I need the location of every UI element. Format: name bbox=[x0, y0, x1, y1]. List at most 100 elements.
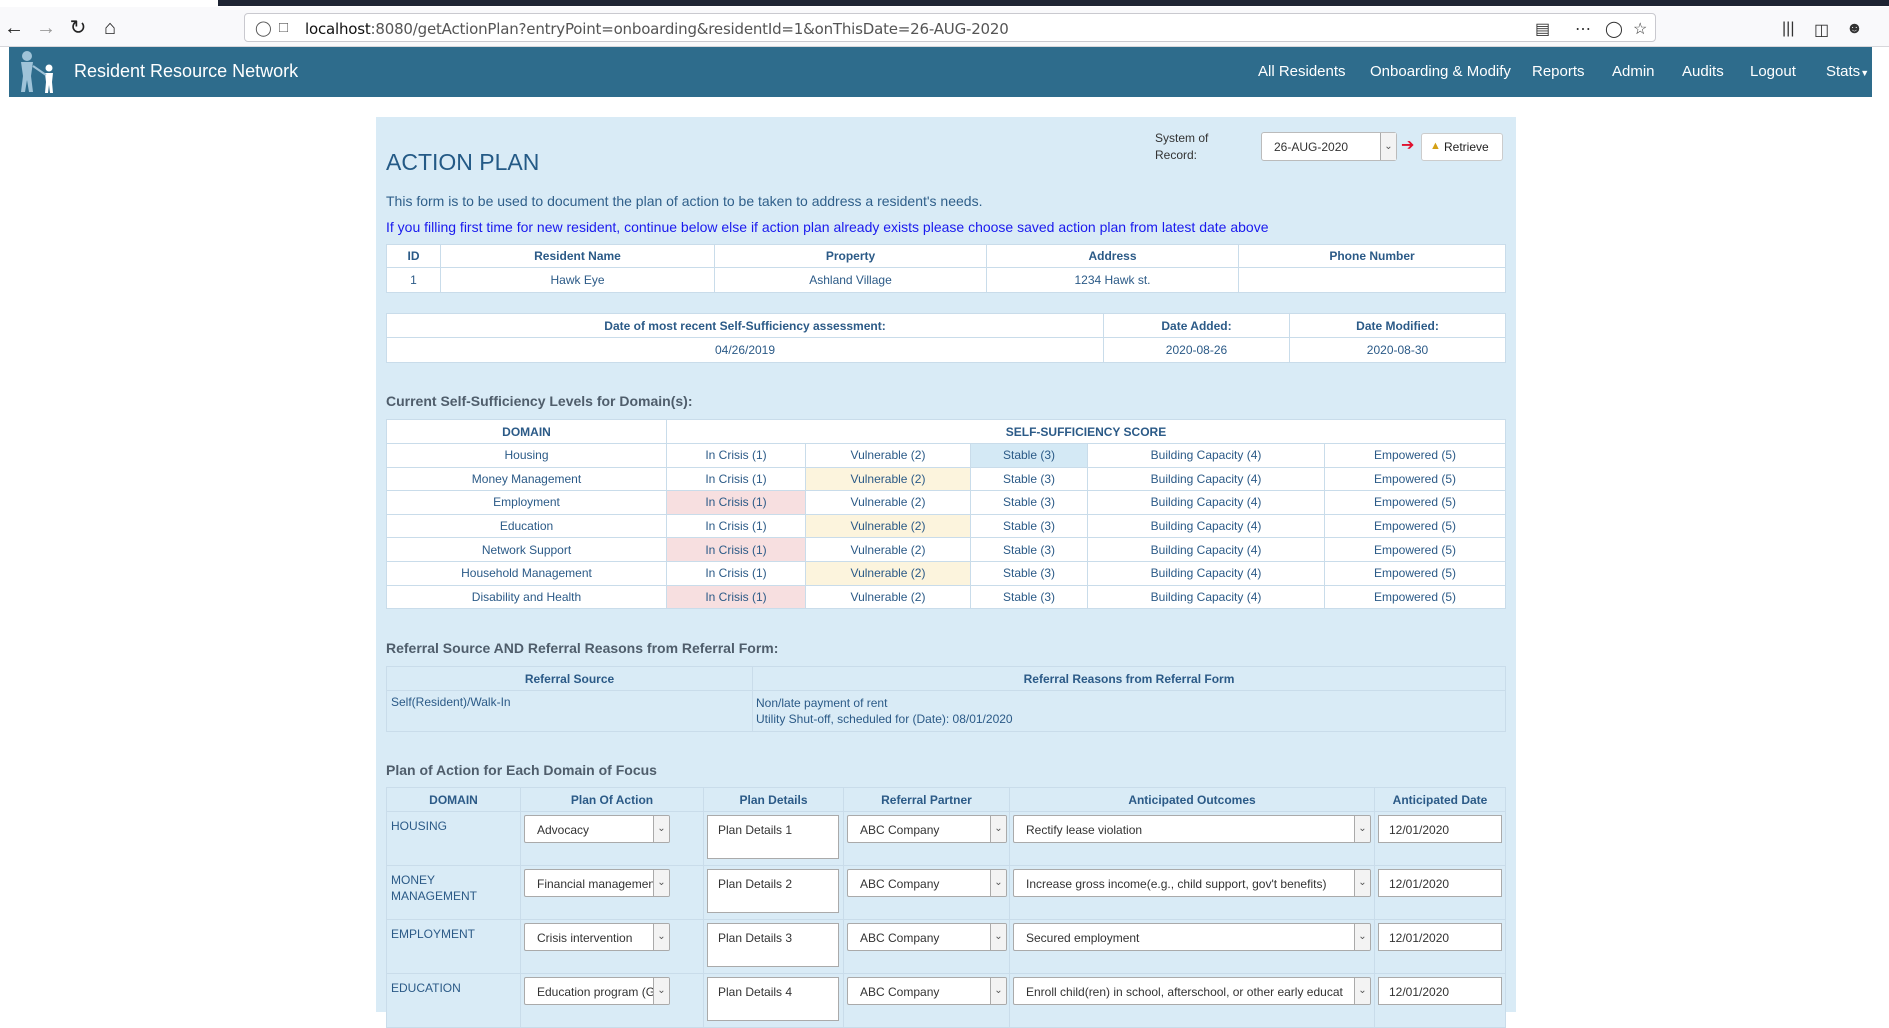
outcome-select[interactable]: Rectify lease violation ⌄ bbox=[1013, 815, 1371, 843]
anticipated-date-input[interactable]: 12/01/2020 bbox=[1378, 869, 1502, 897]
score-option[interactable]: Building Capacity (4) bbox=[1087, 513, 1325, 539]
nav-all-residents[interactable]: All Residents bbox=[1258, 63, 1346, 80]
score-option[interactable]: In Crisis (1) bbox=[666, 490, 806, 515]
referral-partner-select[interactable]: ABC Company ⌄ bbox=[847, 815, 1007, 843]
family-logo-icon bbox=[21, 51, 53, 93]
referral-partner-select[interactable]: ABC Company ⌄ bbox=[847, 923, 1007, 951]
nav-onboarding-modify[interactable]: Onboarding & Modify bbox=[1370, 63, 1511, 80]
nav-audits[interactable]: Audits bbox=[1682, 63, 1724, 80]
nav-stats[interactable]: Stats▼ bbox=[1826, 63, 1869, 80]
nav-admin[interactable]: Admin bbox=[1612, 63, 1655, 80]
score-option[interactable]: Empowered (5) bbox=[1324, 513, 1506, 539]
shield-icon[interactable]: ◯ bbox=[255, 19, 272, 37]
score-option[interactable]: Building Capacity (4) bbox=[1087, 584, 1325, 610]
score-option[interactable]: Vulnerable (2) bbox=[805, 513, 971, 539]
anticipated-date-cell: 12/01/2020 bbox=[1374, 865, 1506, 920]
more-actions-icon[interactable]: ⋯ bbox=[1575, 19, 1591, 39]
reader-view-icon[interactable]: ▤ bbox=[1535, 19, 1550, 39]
home-icon[interactable]: ⌂ bbox=[98, 16, 122, 40]
score-option[interactable]: Stable (3) bbox=[970, 584, 1088, 610]
pocket-icon[interactable]: ◯ bbox=[1605, 19, 1623, 39]
score-option[interactable]: Empowered (5) bbox=[1324, 537, 1506, 562]
plan-action-cell: Advocacy ⌄ bbox=[520, 811, 704, 866]
score-option[interactable]: Vulnerable (2) bbox=[805, 584, 971, 610]
form-instruction: If you filling first time for new reside… bbox=[386, 219, 1269, 235]
score-option[interactable]: Empowered (5) bbox=[1324, 584, 1506, 610]
referral-partner-cell: ABC Company ⌄ bbox=[843, 973, 1010, 1028]
plan-action-select[interactable]: Advocacy ⌄ bbox=[524, 815, 670, 843]
outcome-select[interactable]: Secured employment ⌄ bbox=[1013, 923, 1371, 951]
score-option[interactable]: Vulnerable (2) bbox=[805, 466, 971, 492]
reload-icon[interactable]: ↻ bbox=[66, 16, 90, 40]
page-icon: □ bbox=[279, 19, 289, 36]
score-option[interactable]: Stable (3) bbox=[970, 537, 1088, 562]
app-brand[interactable]: Resident Resource Network bbox=[74, 61, 298, 82]
score-option[interactable]: Vulnerable (2) bbox=[805, 560, 971, 586]
plan-details-textarea[interactable]: Plan Details 2 bbox=[707, 869, 839, 913]
score-option[interactable]: Building Capacity (4) bbox=[1087, 466, 1325, 492]
score-option[interactable]: Vulnerable (2) bbox=[805, 537, 971, 562]
score-option[interactable]: In Crisis (1) bbox=[666, 466, 806, 492]
score-option[interactable]: In Crisis (1) bbox=[666, 513, 806, 539]
score-option[interactable]: Stable (3) bbox=[970, 466, 1088, 492]
forward-icon[interactable]: → bbox=[34, 16, 58, 40]
score-option[interactable]: Vulnerable (2) bbox=[805, 490, 971, 515]
plan-action-select[interactable]: Crisis intervention ⌄ bbox=[524, 923, 670, 951]
nav-reports[interactable]: Reports bbox=[1532, 63, 1585, 80]
anticipated-date-input[interactable]: 12/01/2020 bbox=[1378, 815, 1502, 843]
score-option[interactable]: In Crisis (1) bbox=[666, 584, 806, 610]
plan-action-select[interactable]: Financial management/lit ⌄ bbox=[524, 869, 670, 897]
score-option[interactable]: Empowered (5) bbox=[1324, 490, 1506, 515]
score-option[interactable]: Stable (3) bbox=[970, 490, 1088, 515]
score-option[interactable]: Empowered (5) bbox=[1324, 560, 1506, 586]
outcome-value: Enroll child(ren) in school, afterschool… bbox=[1026, 985, 1343, 999]
cell-domain: Household Management bbox=[386, 560, 667, 586]
score-option[interactable]: In Crisis (1) bbox=[666, 560, 806, 586]
outcome-select[interactable]: Enroll child(ren) in school, afterschool… bbox=[1013, 977, 1371, 1005]
score-option[interactable]: In Crisis (1) bbox=[666, 443, 806, 468]
plan-action-cell: Financial management/lit ⌄ bbox=[520, 865, 704, 920]
score-option[interactable]: Vulnerable (2) bbox=[805, 443, 971, 468]
address-bar[interactable]: ◯ □ localhost:8080/getActionPlan?entryPo… bbox=[244, 13, 1656, 42]
score-option[interactable]: Stable (3) bbox=[970, 513, 1088, 539]
system-of-record-label: System of Record: bbox=[1155, 131, 1209, 162]
score-option[interactable]: Building Capacity (4) bbox=[1087, 537, 1325, 562]
score-option[interactable]: Empowered (5) bbox=[1324, 466, 1506, 492]
plan-details-textarea[interactable]: Plan Details 1 bbox=[707, 815, 839, 859]
plan-action-select[interactable]: Education program (GED, ⌄ bbox=[524, 977, 670, 1005]
score-option[interactable]: Building Capacity (4) bbox=[1087, 490, 1325, 515]
col-resident-name: Resident Name bbox=[440, 244, 715, 268]
plan-details-textarea[interactable]: Plan Details 3 bbox=[707, 923, 839, 967]
score-option[interactable]: Building Capacity (4) bbox=[1087, 443, 1325, 468]
table-row: Education In Crisis (1) Vulnerable (2) Stab… bbox=[386, 513, 1506, 539]
nav-logout[interactable]: Logout bbox=[1750, 63, 1796, 80]
plan-section-title: Plan of Action for Each Domain of Focus bbox=[386, 762, 657, 778]
bookmark-star-icon[interactable]: ☆ bbox=[1633, 19, 1647, 39]
score-option[interactable]: Stable (3) bbox=[970, 443, 1088, 468]
anticipated-date-input[interactable]: 12/01/2020 bbox=[1378, 977, 1502, 1005]
library-icon[interactable]: ||| bbox=[1782, 20, 1794, 38]
app-navbar: Resident Resource Network All Residents … bbox=[9, 47, 1872, 97]
referral-partner-select[interactable]: ABC Company ⌄ bbox=[847, 869, 1007, 897]
referral-partner-select[interactable]: ABC Company ⌄ bbox=[847, 977, 1007, 1005]
retrieve-button[interactable]: ▲ Retrieve bbox=[1421, 133, 1503, 161]
plan-details-textarea[interactable]: Plan Details 4 bbox=[707, 977, 839, 1021]
date-select-value: 26-AUG-2020 bbox=[1274, 140, 1349, 154]
back-icon[interactable]: ← bbox=[2, 16, 26, 40]
score-option[interactable]: Building Capacity (4) bbox=[1087, 560, 1325, 586]
chevron-down-icon: ⌄ bbox=[1380, 133, 1396, 160]
col-id: ID bbox=[386, 244, 441, 268]
sidebar-icon[interactable]: ◫ bbox=[1814, 20, 1829, 40]
browser-top-strip bbox=[0, 0, 1889, 7]
score-option[interactable]: In Crisis (1) bbox=[666, 537, 806, 562]
score-option[interactable]: Empowered (5) bbox=[1324, 443, 1506, 468]
score-option[interactable]: Stable (3) bbox=[970, 560, 1088, 586]
account-icon[interactable]: ☻ bbox=[1846, 20, 1863, 38]
anticipated-date-input[interactable]: 12/01/2020 bbox=[1378, 923, 1502, 951]
col-property: Property bbox=[714, 244, 987, 268]
date-select[interactable]: 26-AUG-2020 ⌄ bbox=[1261, 132, 1397, 161]
url-text[interactable]: localhost:8080/getActionPlan?entryPoint=… bbox=[305, 20, 1009, 38]
referral-partner-value: ABC Company bbox=[860, 823, 940, 837]
outcome-select[interactable]: Increase gross income(e.g., child suppor… bbox=[1013, 869, 1371, 897]
page-title: ACTION PLAN bbox=[386, 149, 540, 175]
